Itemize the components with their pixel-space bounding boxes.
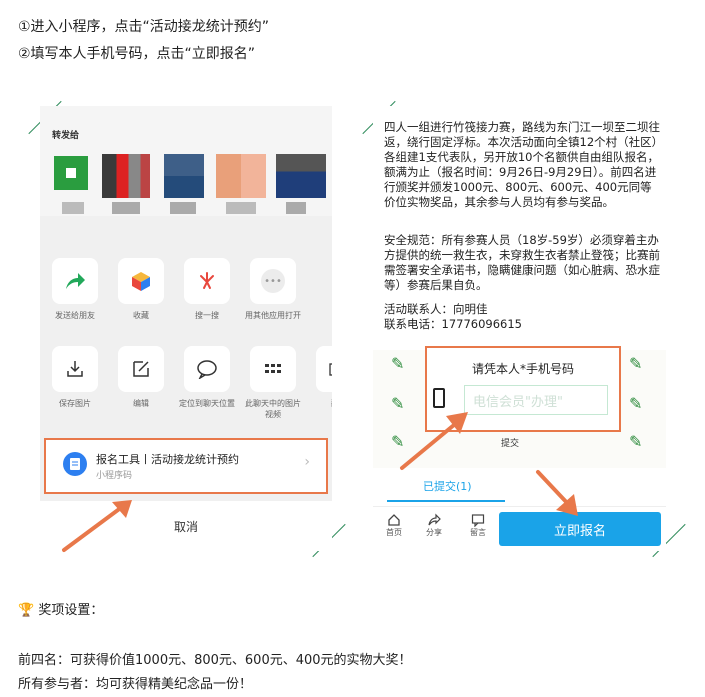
mini-program-title: 报名工具丨活动接龙统计预约 — [96, 453, 239, 466]
edit-icon — [133, 361, 149, 377]
mini-program-subtitle: 小程序码 — [96, 471, 133, 481]
chevron-right-icon: › — [304, 454, 310, 470]
op-chat-media[interactable]: 此聊天中的图片视频 — [245, 346, 301, 420]
mini-program-card[interactable]: 报名工具丨活动接龙统计预约 小程序码 › — [44, 438, 328, 494]
broom-icon: ✎ — [391, 354, 405, 373]
pointer-arrow-icon — [536, 470, 578, 516]
contact-name: 活动联系人：向明佳 — [384, 302, 488, 316]
awards-heading: 🏆 奖项设置： — [18, 603, 104, 618]
message-icon — [471, 514, 485, 527]
op-search[interactable]: 搜一搜 — [180, 258, 234, 321]
avatar-name-blur — [62, 202, 84, 214]
op-label: 收藏 — [133, 311, 149, 320]
mini-program-icon — [63, 452, 87, 476]
translate-icon: 文A — [329, 363, 332, 376]
avatar[interactable] — [164, 154, 204, 198]
op-favorite[interactable]: 收藏 — [114, 258, 168, 321]
broom-icon: ✎ — [629, 354, 643, 373]
avatar[interactable] — [54, 156, 88, 190]
op-label: 搜一搜 — [195, 311, 219, 320]
grid-icon — [265, 364, 281, 373]
pointer-arrow-icon — [62, 500, 132, 552]
safety-rules: 安全规范：所有参赛人员（18岁-59岁）必须穿着主办方提供的统一救生衣，未穿救生… — [384, 233, 660, 292]
nav-label: 分享 — [426, 528, 442, 537]
avatar[interactable] — [276, 154, 326, 198]
nav-label: 首页 — [386, 528, 402, 537]
right-phone-screenshot: 四人一组进行竹筏接力赛，路线为东门江一坝至二坝往返，绕行固定浮标。本次活动面向全… — [373, 106, 666, 551]
pointer-arrow-icon — [400, 412, 468, 470]
phone-prompt: 请凭本人*手机号码 — [471, 362, 574, 376]
left-phone-screenshot: 转发给 发送给朋友 收藏 搜一搜 ••• 用其他应用打开 保存图片 编辑 定位到… — [40, 106, 332, 551]
avatar[interactable] — [216, 154, 266, 198]
share-icon — [428, 513, 441, 526]
nav-message[interactable]: 留言 — [463, 513, 493, 538]
avatar-name-blur — [170, 202, 196, 214]
phone-number-input[interactable]: 电信会员"办理" — [464, 385, 608, 415]
op-edit[interactable]: 编辑 — [114, 346, 168, 420]
download-icon — [67, 361, 83, 377]
avatar-name-blur — [112, 202, 140, 214]
awards-top-four: 前四名：可获得价值1000元、800元、600元、400元的实物大奖！ — [18, 653, 412, 668]
avatar-name-blur — [226, 202, 256, 214]
tab-underline — [387, 500, 505, 502]
nav-share[interactable]: 分享 — [419, 513, 449, 538]
avatar-name-blur — [286, 202, 306, 214]
cube-icon — [132, 272, 150, 291]
nav-home[interactable]: 首页 — [379, 513, 409, 538]
step-1-text: ①进入小程序，点击“活动接龙统计预约” — [18, 19, 270, 35]
search-sparkle-icon — [200, 272, 214, 289]
contact-phone: 联系电话：17776096615 — [384, 317, 522, 331]
awards-all-participants: 所有参与者：均可获得精美纪念品一份！ — [18, 677, 253, 692]
op-label: 此聊天中的图片视频 — [245, 399, 301, 419]
share-arrow-icon — [66, 273, 85, 289]
submit-small-label: 提交 — [501, 439, 520, 449]
op-label: 编辑 — [133, 399, 149, 408]
op-translate[interactable]: 文A 翻译 — [312, 346, 332, 420]
send-to-label: 转发给 — [52, 131, 80, 141]
op-label: 翻译 — [311, 398, 332, 409]
op-label: 定位到聊天位置 — [179, 399, 235, 408]
op-label: 发送给朋友 — [55, 311, 95, 320]
bottom-action-bar: 首页 分享 留言 立即报名 — [373, 506, 666, 551]
event-description: 四人一组进行竹筏接力赛，路线为东门江一坝至二坝往返，绕行固定浮标。本次活动面向全… — [384, 120, 660, 209]
tab-bar: 已提交(1) — [373, 468, 666, 506]
chat-bubble-icon — [197, 360, 217, 379]
op-open-with[interactable]: ••• 用其他应用打开 — [245, 258, 301, 321]
broom-icon: ✎ — [629, 394, 643, 413]
op-label: 保存图片 — [59, 399, 91, 408]
broom-icon: ✎ — [629, 432, 643, 451]
share-contacts-area: 转发给 — [40, 106, 332, 216]
op-save-image[interactable]: 保存图片 — [48, 346, 102, 420]
nav-label: 留言 — [470, 528, 486, 537]
op-label: 用其他应用打开 — [245, 311, 301, 320]
avatar[interactable] — [102, 154, 150, 198]
more-dots-icon: ••• — [261, 269, 285, 293]
step-2-text: ②填写本人手机号码，点击“立即报名” — [18, 46, 256, 62]
op-send-to-friend[interactable]: 发送给朋友 — [48, 258, 102, 321]
op-locate-chat[interactable]: 定位到聊天位置 — [179, 346, 235, 420]
submit-small-button[interactable]: 提交 — [501, 436, 519, 449]
home-icon — [388, 514, 400, 526]
tab-submitted[interactable]: 已提交(1) — [423, 478, 472, 494]
